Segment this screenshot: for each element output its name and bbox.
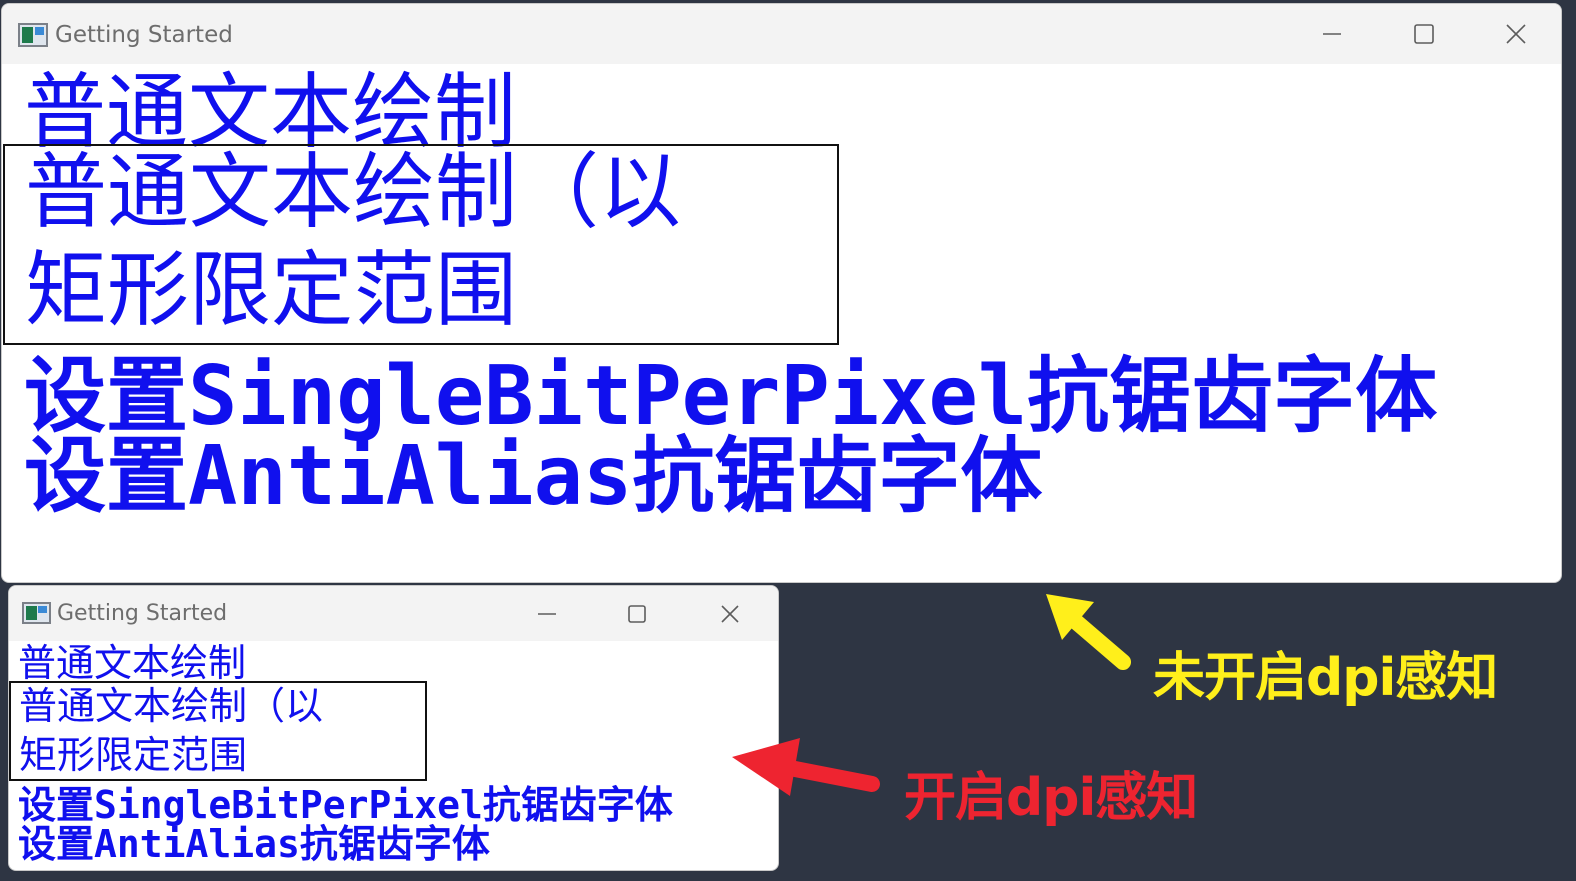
close-button[interactable] [685,586,775,641]
client-area: 普通文本绘制 普通文本绘制（以 矩形限定范围 设置SingleBitPerPix… [2,64,1561,582]
annotation-no-dpi-label: 未开启dpi感知 [1153,648,1498,708]
yellow-arrow-icon [1046,594,1131,670]
bounding-rectangle: 普通文本绘制（以 矩形限定范围 [9,681,427,781]
antialias-text: 设置AntiAlias抗锯齿字体 [18,822,490,866]
maximize-button[interactable] [592,586,682,641]
rect-text-line-1: 普通文本绘制（以 [25,145,682,240]
annotation-dpi-label: 开启dpi感知 [904,768,1198,828]
app-icon [18,23,48,47]
minimize-icon [538,612,556,615]
window-with-dpi-awareness: Getting Started 普通文本绘制 普通文本绘制（以 矩形限定范围 设… [8,585,779,871]
window-title: Getting Started [55,22,233,48]
maximize-button[interactable] [1378,4,1470,64]
normal-text: 普通文本绘制 [24,65,517,160]
maximize-icon [1414,24,1434,44]
close-icon [1506,24,1526,44]
rect-text-line-1: 普通文本绘制（以 [19,684,324,728]
minimize-button[interactable] [1286,4,1378,64]
bounding-rectangle: 普通文本绘制（以 矩形限定范围 [3,144,839,345]
close-button[interactable] [1470,4,1561,64]
rect-text-line-2: 矩形限定范围 [25,243,518,338]
window-without-dpi-awareness: Getting Started 普通文本绘制 普通文本绘制（以 矩形限定范围 设… [1,3,1562,583]
minimize-icon [1323,33,1341,35]
single-bit-per-pixel-text: 设置SingleBitPerPixel抗锯齿字体 [18,783,673,827]
title-bar[interactable]: Getting Started [2,4,1561,64]
close-icon [721,604,739,623]
client-area: 普通文本绘制 普通文本绘制（以 矩形限定范围 设置SingleBitPerPix… [9,641,778,870]
normal-text: 普通文本绘制 [18,641,247,685]
rect-text-line-2: 矩形限定范围 [19,733,248,777]
app-icon [22,602,51,624]
title-bar[interactable]: Getting Started [9,586,778,641]
single-bit-per-pixel-text: 设置SingleBitPerPixel抗锯齿字体 [24,349,1438,444]
maximize-icon [628,604,646,623]
window-title: Getting Started [57,601,228,626]
minimize-button[interactable] [502,586,592,641]
antialias-text: 设置AntiAlias抗锯齿字体 [24,429,1043,524]
